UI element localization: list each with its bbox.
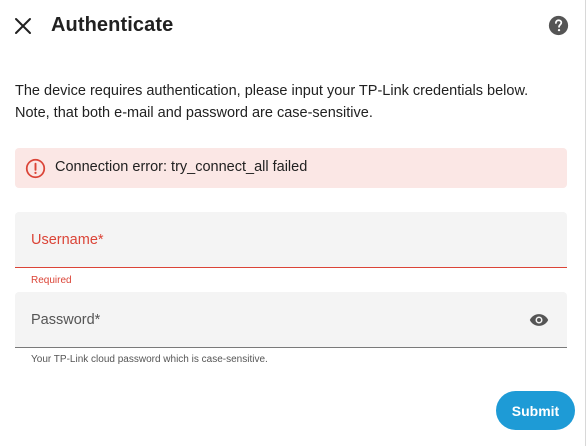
authenticate-dialog: Authenticate The device requires authent… xyxy=(0,0,586,446)
close-button[interactable] xyxy=(11,14,35,38)
alert-circle-icon xyxy=(25,158,46,179)
password-label: Password* xyxy=(31,312,101,328)
description-line: Note, that both e-mail and password are … xyxy=(15,105,373,121)
username-error-text: Required xyxy=(31,275,72,286)
error-alert: Connection error: try_connect_all failed xyxy=(15,148,567,188)
close-icon xyxy=(15,18,31,34)
password-helper-text: Your TP-Link cloud password which is cas… xyxy=(31,354,268,365)
password-field[interactable]: Password* xyxy=(15,292,567,348)
dialog-title: Authenticate xyxy=(51,14,174,36)
submit-button[interactable]: Submit xyxy=(496,391,575,430)
eye-icon xyxy=(529,314,549,326)
description-line: The device requires authentication, plea… xyxy=(15,83,529,99)
toggle-password-visibility-button[interactable] xyxy=(529,311,549,329)
help-circle-icon xyxy=(548,15,569,36)
alert-message: Connection error: try_connect_all failed xyxy=(55,159,308,175)
username-label: Username* xyxy=(31,232,104,248)
username-field[interactable]: Username* xyxy=(15,212,567,268)
help-button[interactable] xyxy=(548,15,569,36)
dialog-description: The device requires authentication, plea… xyxy=(15,80,565,124)
dialog-header: Authenticate xyxy=(0,0,586,54)
